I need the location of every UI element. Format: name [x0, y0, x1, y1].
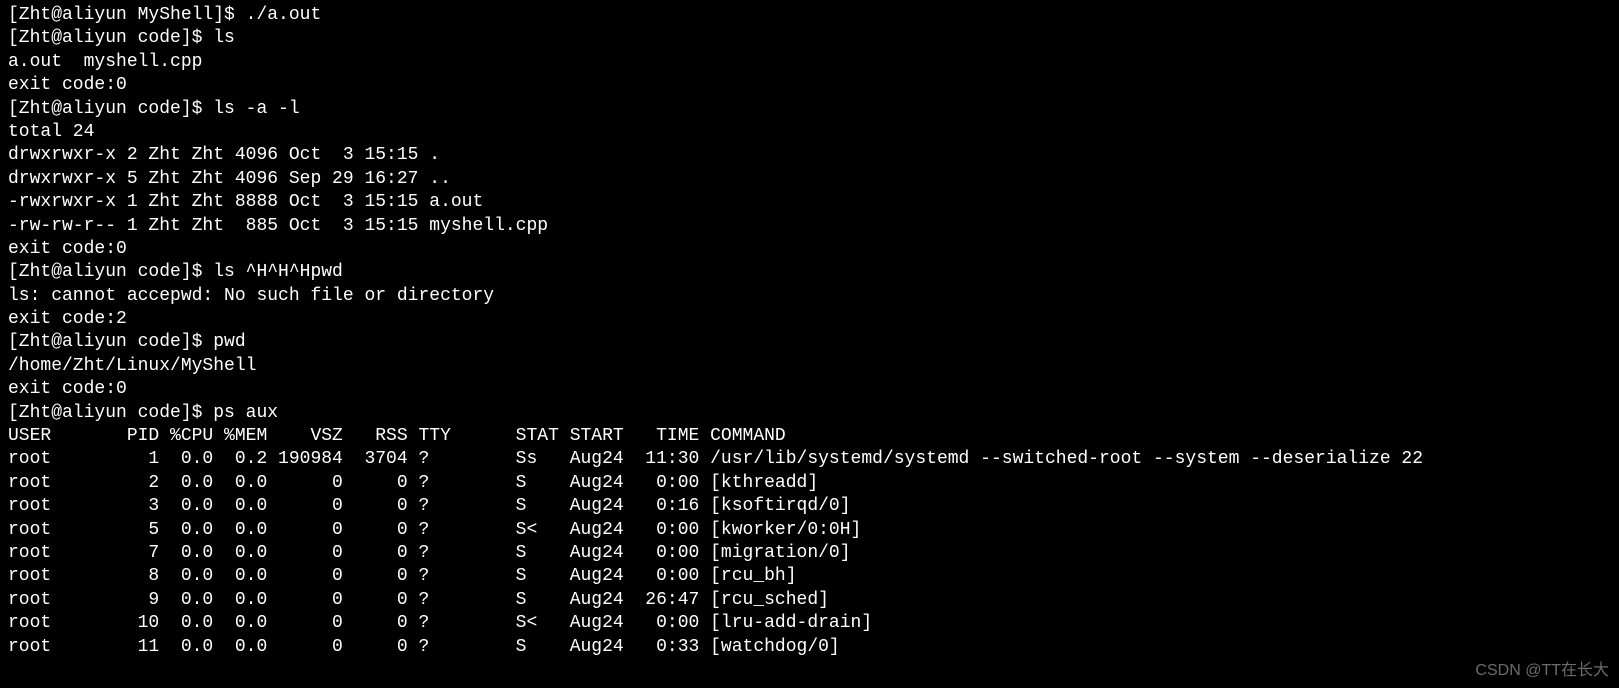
terminal-line: root 3 0.0 0.0 0 0 ? S Aug24 0:16 [ksoft…	[8, 495, 1611, 518]
terminal-line: [Zht@aliyun MyShell]$ ./a.out	[8, 4, 1611, 27]
terminal-line: root 8 0.0 0.0 0 0 ? S Aug24 0:00 [rcu_b…	[8, 565, 1611, 588]
terminal-line: exit code:2	[8, 308, 1611, 331]
terminal-line: exit code:0	[8, 74, 1611, 97]
terminal-line: root 1 0.0 0.2 190984 3704 ? Ss Aug24 11…	[8, 448, 1611, 471]
terminal-line: root 2 0.0 0.0 0 0 ? S Aug24 0:00 [kthre…	[8, 472, 1611, 495]
terminal-line: root 5 0.0 0.0 0 0 ? S< Aug24 0:00 [kwor…	[8, 519, 1611, 542]
terminal-line: root 10 0.0 0.0 0 0 ? S< Aug24 0:00 [lru…	[8, 612, 1611, 635]
terminal-line: -rw-rw-r-- 1 Zht Zht 885 Oct 3 15:15 mys…	[8, 215, 1611, 238]
terminal-line: -rwxrwxr-x 1 Zht Zht 8888 Oct 3 15:15 a.…	[8, 191, 1611, 214]
terminal-line: exit code:0	[8, 378, 1611, 401]
terminal-line: /home/Zht/Linux/MyShell	[8, 355, 1611, 378]
terminal-line: [Zht@aliyun code]$ ps aux	[8, 402, 1611, 425]
terminal-line: root 11 0.0 0.0 0 0 ? S Aug24 0:33 [watc…	[8, 636, 1611, 659]
terminal-line: [Zht@aliyun code]$ pwd	[8, 331, 1611, 354]
terminal-line: a.out myshell.cpp	[8, 51, 1611, 74]
terminal-line: ls: cannot accepwd: No such file or dire…	[8, 285, 1611, 308]
terminal-line: [Zht@aliyun code]$ ls	[8, 27, 1611, 50]
terminal-output[interactable]: [Zht@aliyun MyShell]$ ./a.out[Zht@aliyun…	[0, 0, 1619, 663]
terminal-line: [Zht@aliyun code]$ ls -a -l	[8, 98, 1611, 121]
terminal-line: root 9 0.0 0.0 0 0 ? S Aug24 26:47 [rcu_…	[8, 589, 1611, 612]
terminal-line: drwxrwxr-x 2 Zht Zht 4096 Oct 3 15:15 .	[8, 144, 1611, 167]
watermark: CSDN @TT在长大	[1475, 661, 1609, 682]
terminal-line: drwxrwxr-x 5 Zht Zht 4096 Sep 29 16:27 .…	[8, 168, 1611, 191]
terminal-line: root 7 0.0 0.0 0 0 ? S Aug24 0:00 [migra…	[8, 542, 1611, 565]
terminal-line: total 24	[8, 121, 1611, 144]
terminal-line: USER PID %CPU %MEM VSZ RSS TTY STAT STAR…	[8, 425, 1611, 448]
terminal-line: [Zht@aliyun code]$ ls ^H^H^Hpwd	[8, 261, 1611, 284]
terminal-line: exit code:0	[8, 238, 1611, 261]
